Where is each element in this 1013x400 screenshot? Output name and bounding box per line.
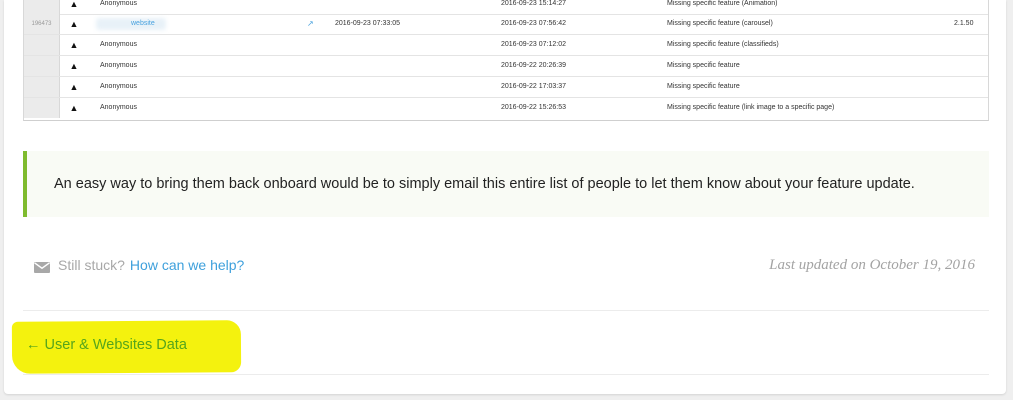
still-stuck-text: Still stuck?: [58, 257, 125, 273]
divider: [23, 374, 989, 375]
row-id: [24, 98, 60, 118]
callout-text: An easy way to bring them back onboard w…: [54, 176, 915, 192]
warning-icon: ▲: [69, 40, 79, 50]
row-date: 2016-09-23 07:56:42: [501, 20, 566, 27]
article-card: ▲ Anonymous 2016-09-23 15:14:27 Missing …: [4, 0, 1006, 394]
row-version: 2.1.50: [954, 20, 974, 27]
row-date: 2016-09-22 20:26:39: [501, 62, 566, 69]
row-reason: Missing specific feature (link image to …: [667, 104, 835, 111]
row-date-created: 2016-09-23 07:33:05: [335, 20, 400, 27]
last-updated: Last updated on October 19, 2016: [769, 257, 975, 273]
table-row: ▲ Anonymous 2016-09-22 17:03:37 Missing …: [24, 77, 988, 98]
table-row: ▲ Anonymous 2016-09-23 15:14:27 Missing …: [24, 0, 988, 15]
row-date: 2016-09-22 17:03:37: [501, 83, 566, 90]
envelope-icon: [34, 260, 50, 273]
table-row: ▲ Anonymous 2016-09-22 15:26:53 Missing …: [24, 98, 988, 119]
row-date: 2016-09-23 07:12:02: [501, 41, 566, 48]
row-reason: Missing specific feature: [667, 62, 740, 69]
row-id: [24, 0, 60, 14]
row-reason: Missing specific feature (classifieds): [667, 41, 779, 48]
row-reason: Missing specific feature (carousel): [667, 20, 773, 27]
row-user: Anonymous: [100, 0, 137, 7]
row-user: Anonymous: [100, 62, 137, 69]
row-user: Anonymous: [100, 41, 137, 48]
previous-article-link[interactable]: ← User & Websites Data: [26, 337, 187, 353]
row-reason: Missing specific feature: [667, 83, 740, 90]
tip-callout: An easy way to bring them back onboard w…: [23, 151, 989, 217]
table-row: ▲ Anonymous 2016-09-22 20:26:39 Missing …: [24, 56, 988, 77]
row-date: 2016-09-22 15:26:53: [501, 104, 566, 111]
warning-icon: ▲: [69, 61, 79, 71]
warning-icon: ▲: [69, 82, 79, 92]
divider: [23, 310, 989, 311]
help-line: Still stuck? How can we help?: [34, 255, 244, 275]
warning-icon: ▲: [69, 19, 79, 29]
row-id: [24, 56, 60, 76]
row-user: Anonymous: [100, 104, 137, 111]
row-reason: Missing specific feature (Animation): [667, 0, 778, 7]
help-link[interactable]: How can we help?: [130, 257, 244, 273]
row-id: [24, 77, 60, 97]
warning-icon: ▲: [69, 0, 79, 9]
warning-icon: ▲: [69, 103, 79, 113]
row-user: Anonymous: [100, 83, 137, 90]
feedback-table: ▲ Anonymous 2016-09-23 15:14:27 Missing …: [23, 0, 989, 121]
row-date: 2016-09-23 15:14:27: [501, 0, 566, 7]
row-id: [24, 35, 60, 55]
row-id: 196473: [24, 14, 60, 34]
table-row: ▲ Anonymous 2016-09-23 07:12:02 Missing …: [24, 35, 988, 56]
table-row: 196473 ▲ website ↗ 2016-09-23 07:33:05 2…: [24, 14, 988, 35]
external-link-icon[interactable]: ↗: [307, 14, 314, 34]
row-user-link[interactable]: website: [131, 14, 155, 34]
